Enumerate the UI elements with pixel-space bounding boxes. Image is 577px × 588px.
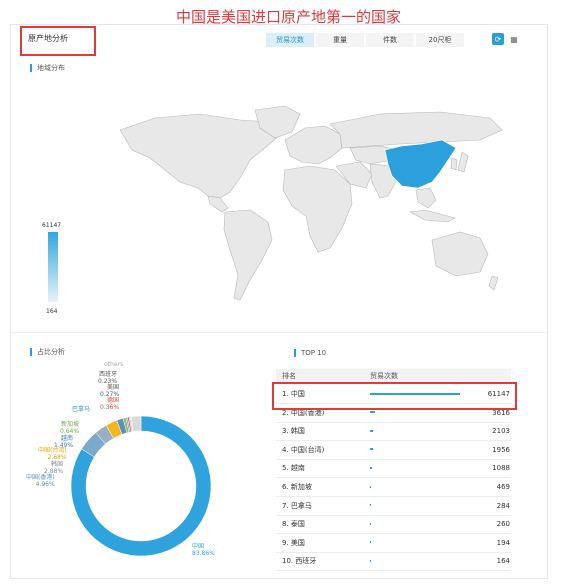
pie-label-spain: 西班牙 0.23% [98, 371, 118, 385]
map-africa [282, 165, 353, 253]
map-russia [329, 111, 503, 149]
tab-20ft-container[interactable]: 20尺柜 [416, 33, 464, 47]
pie-label-singapore: 新加坡 0.64% [60, 421, 80, 435]
row-value: 1956 [492, 445, 510, 454]
row-value: 2103 [492, 427, 510, 436]
row-bar-track [370, 448, 480, 451]
map-south-america [223, 209, 273, 301]
row-bar [370, 448, 373, 451]
map-japan [457, 151, 469, 173]
row-country: 3. 韩国 [282, 427, 305, 436]
table-row[interactable]: 5. 越南 1088 [276, 459, 511, 479]
panel-title: 原产地分析 [28, 34, 68, 43]
row-bar [370, 559, 371, 562]
row-country: 6. 新加坡 [282, 483, 312, 491]
table-row[interactable]: 4. 中国(台湾) 1956 [276, 441, 511, 460]
row-bar-track [370, 559, 480, 563]
pie-label-china: 中国 83.86% [192, 543, 215, 557]
row-bar [370, 411, 375, 414]
row-country: 9. 美国 [282, 538, 305, 547]
legend-max-label: 61147 [42, 222, 62, 229]
row-country: 10. 西班牙 [282, 557, 317, 566]
pie-label-usa: 美国 0.27% [100, 384, 120, 398]
tab-pieces[interactable]: 件数 [366, 33, 414, 47]
tab-trade-count[interactable]: 贸易次数 [266, 33, 314, 47]
row-value: 1088 [492, 464, 510, 473]
pie-label-taiwan: 中国(台湾) 2.68% [38, 447, 67, 461]
row-bar [370, 429, 373, 432]
tab-weight[interactable]: 重量 [316, 33, 364, 47]
metric-tabs: 贸易次数 重量 件数 20尺柜 [266, 33, 466, 47]
row-bar [370, 522, 371, 525]
row-country: 5. 越南 [282, 464, 305, 473]
map-section-title: 地域分布 [30, 64, 65, 72]
row-value: 194 [496, 538, 510, 547]
table-row[interactable]: 7. 巴拿马 284 [276, 497, 511, 516]
map-legend-bar [48, 232, 58, 302]
col-header-rank: 排名 [282, 371, 296, 380]
col-header-trade-count: 贸易次数 [370, 371, 398, 380]
row-bar-track [370, 485, 480, 489]
pie-label-korea: 韩国 2.88% [44, 461, 64, 475]
row-value: 260 [496, 520, 510, 529]
grid-icon[interactable]: ▦ [508, 33, 520, 45]
table-row[interactable]: 3. 韩国 2103 [276, 422, 511, 442]
map-indonesia [409, 209, 456, 223]
world-map [119, 105, 503, 301]
row-bar [370, 541, 371, 544]
pie-section-title: 占比分析 [30, 348, 65, 356]
row-bar-track [370, 411, 480, 414]
table-row[interactable]: 9. 美国 194 [276, 534, 511, 553]
map-southeast-asia [415, 187, 437, 209]
row-bar-track [370, 504, 480, 507]
map-korea [450, 157, 458, 171]
map-australia [431, 231, 489, 277]
row-bar [370, 504, 371, 507]
top-row-highlight [272, 382, 517, 410]
table-row[interactable]: 6. 新加坡 469 [276, 478, 511, 497]
refresh-icon[interactable]: ⟳ [492, 33, 504, 45]
pie-label-germany: 德国 0.36% [100, 397, 120, 411]
row-bar [370, 485, 371, 488]
map-north-america [119, 113, 281, 199]
row-value: 284 [496, 501, 510, 510]
row-country: 4. 中国(台湾) [282, 445, 325, 454]
row-bar-track [370, 429, 480, 433]
table-row[interactable]: 8. 泰国 260 [276, 515, 511, 535]
row-bar-track [370, 541, 480, 544]
row-bar-track [370, 466, 480, 470]
pie-label-others: others [104, 361, 124, 368]
section-divider [10, 332, 546, 333]
row-value: 164 [496, 557, 510, 566]
row-value: 469 [496, 483, 510, 491]
top10-section-title: TOP 10 [294, 349, 326, 357]
row-country: 8. 泰国 [282, 520, 305, 529]
row-bar-track [370, 522, 480, 526]
map-europe [284, 125, 343, 165]
row-bar [370, 466, 372, 469]
map-new-zealand [488, 275, 499, 291]
pie-label-hongkong: 中国(香港) 4.96% [26, 474, 55, 488]
top10-table-header: 排名 贸易次数 [276, 369, 511, 382]
row-country: 7. 巴拿马 [282, 501, 312, 510]
legend-min-label: 164 [46, 308, 58, 315]
map-central-america [207, 195, 229, 213]
table-row[interactable]: 10. 西班牙 164 [276, 552, 511, 572]
pie-label-panama: 巴拿马 [72, 406, 91, 413]
